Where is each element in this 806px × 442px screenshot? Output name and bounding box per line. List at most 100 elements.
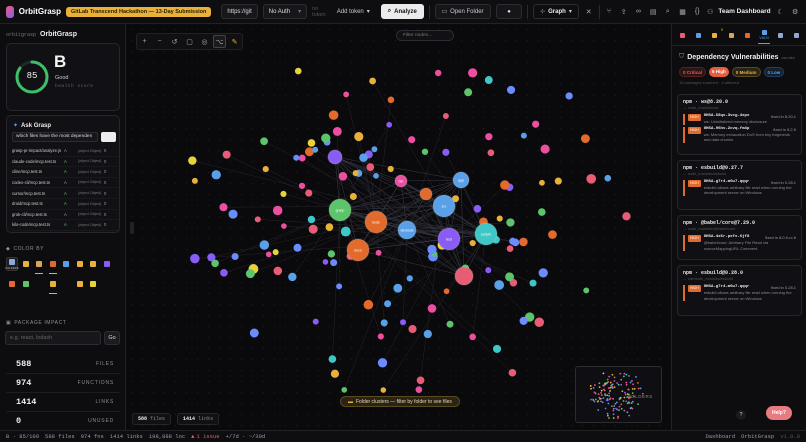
graph-node[interactable] (211, 259, 219, 268)
graph-node[interactable] (537, 208, 546, 216)
archive-icon[interactable]: ▤ (648, 4, 658, 19)
graph-node[interactable] (325, 223, 334, 231)
tab-shield-icon[interactable] (676, 28, 688, 44)
graph-node[interactable] (254, 216, 261, 223)
branch-icon[interactable]: ⑂ (604, 4, 614, 19)
graph-node[interactable] (421, 148, 429, 155)
graph-node[interactable] (249, 328, 259, 338)
graph-node[interactable] (509, 237, 517, 245)
graph-node[interactable] (245, 269, 255, 279)
close-icon[interactable]: ✕ (584, 4, 594, 19)
graph-node[interactable] (280, 190, 287, 197)
graph-node[interactable] (312, 146, 319, 153)
graph-node[interactable] (330, 369, 340, 378)
graph-node[interactable] (307, 215, 316, 224)
graph-node[interactable] (259, 240, 270, 250)
graph-node[interactable] (529, 279, 537, 287)
graph-node[interactable] (622, 212, 631, 221)
graph-node[interactable] (273, 266, 283, 276)
graph-node[interactable] (231, 252, 239, 261)
graph-node[interactable] (380, 387, 387, 393)
graph-node[interactable] (222, 150, 231, 159)
tab-grid-icon[interactable] (791, 28, 803, 44)
package-impact-input[interactable]: e.g. react, lodash (5, 331, 101, 345)
graph-node[interactable] (321, 133, 331, 143)
graph-node[interactable] (387, 96, 395, 104)
graph-node[interactable] (188, 156, 197, 165)
graph-node[interactable] (485, 133, 493, 141)
flame-icon[interactable] (6, 277, 18, 291)
token-input[interactable]: no token (312, 6, 326, 18)
graph-node[interactable] (298, 182, 306, 189)
graph-node[interactable] (260, 137, 268, 146)
graph-node[interactable] (343, 91, 350, 98)
info-button[interactable]: ? (736, 410, 746, 420)
ask-grasp-input[interactable]: which files have the most dependen (12, 132, 98, 142)
graph-node[interactable] (366, 163, 375, 172)
graph-node[interactable] (469, 239, 476, 247)
recycle-icon[interactable] (20, 277, 32, 291)
graph-node[interactable] (416, 376, 425, 385)
clipboard-icon[interactable] (33, 257, 45, 271)
code-icon[interactable]: {} (692, 4, 702, 19)
database-icon[interactable] (60, 257, 72, 271)
graph-node[interactable] (219, 203, 228, 212)
search-icon[interactable]: ⌕ (663, 4, 673, 19)
critical-count[interactable]: 0 Critical (679, 67, 707, 77)
pencil-icon[interactable] (87, 277, 99, 291)
graph-node[interactable] (211, 170, 221, 180)
graph-node[interactable] (190, 253, 200, 264)
graph-node[interactable] (538, 268, 548, 278)
graph-node[interactable] (506, 218, 515, 227)
cube-icon[interactable] (47, 277, 59, 291)
graph-node[interactable] (220, 269, 228, 277)
tab-calendar-icon[interactable] (774, 28, 786, 44)
advisory[interactable]: HIGH GHSA-4x5r-pxfx-6jf8 fixed in 8.0.0-rc… (683, 235, 796, 251)
team-dashboard-button[interactable]: Team Dashboard (718, 8, 770, 15)
tab-flame-icon[interactable] (742, 28, 754, 44)
graph-node[interactable] (341, 387, 348, 393)
graph-node[interactable] (312, 318, 319, 325)
blank-icon[interactable] (33, 277, 45, 291)
graph-node[interactable] (446, 320, 454, 328)
graph-node[interactable] (519, 316, 528, 325)
graph-node[interactable] (468, 68, 478, 78)
graph-node[interactable] (354, 132, 364, 142)
bolt-icon[interactable] (74, 257, 86, 271)
graph-node[interactable] (265, 251, 272, 258)
help-button[interactable]: Help? (766, 406, 792, 420)
graph-node[interactable] (387, 165, 394, 173)
graph-node[interactable] (500, 180, 510, 190)
graph-node[interactable] (294, 67, 302, 75)
graph-node[interactable] (434, 69, 442, 77)
status-issues[interactable]: 1 issue (196, 433, 219, 440)
graph-node[interactable] (508, 368, 517, 377)
tab-flask-icon[interactable] (693, 28, 705, 44)
advisory[interactable]: HIGH GHSA-g7r4-m6w7-qqqr fixed in 0.28.1 es… (683, 179, 796, 196)
ask-result-row[interactable]: kilo-code/mcp.test.ts A {object Object} 0 (12, 220, 118, 231)
graph-node[interactable] (332, 127, 342, 136)
graph-node[interactable] (363, 299, 374, 310)
graph-node[interactable] (534, 317, 545, 327)
graph-node[interactable] (506, 85, 516, 94)
tab-box-icon[interactable]: 5 (709, 28, 723, 44)
graph-node[interactable] (505, 272, 515, 282)
tab-lock-icon[interactable]: VULN (758, 28, 771, 44)
graph-node[interactable] (400, 319, 407, 326)
graph-node[interactable] (393, 283, 403, 293)
graph-node[interactable] (305, 189, 313, 197)
graph-node[interactable] (359, 153, 368, 162)
graph-node[interactable] (262, 166, 269, 173)
left-collapse-handle[interactable] (130, 222, 134, 234)
graph-node[interactable] (520, 132, 527, 139)
repo-url-input[interactable]: https://git (221, 4, 258, 19)
layers-icon[interactable]: FOLDERS (5, 257, 19, 271)
graph-node[interactable] (307, 139, 316, 147)
graph-node[interactable] (228, 209, 238, 219)
graph-node[interactable] (484, 76, 493, 84)
users-icon[interactable]: ⚇ (707, 4, 713, 19)
view-mode-select[interactable]: ⊹ Graph ▾ (533, 4, 579, 19)
medium-count[interactable]: 0 Medium (731, 67, 761, 77)
ask-submit-button[interactable] (101, 132, 116, 142)
graph-node[interactable] (293, 243, 302, 252)
